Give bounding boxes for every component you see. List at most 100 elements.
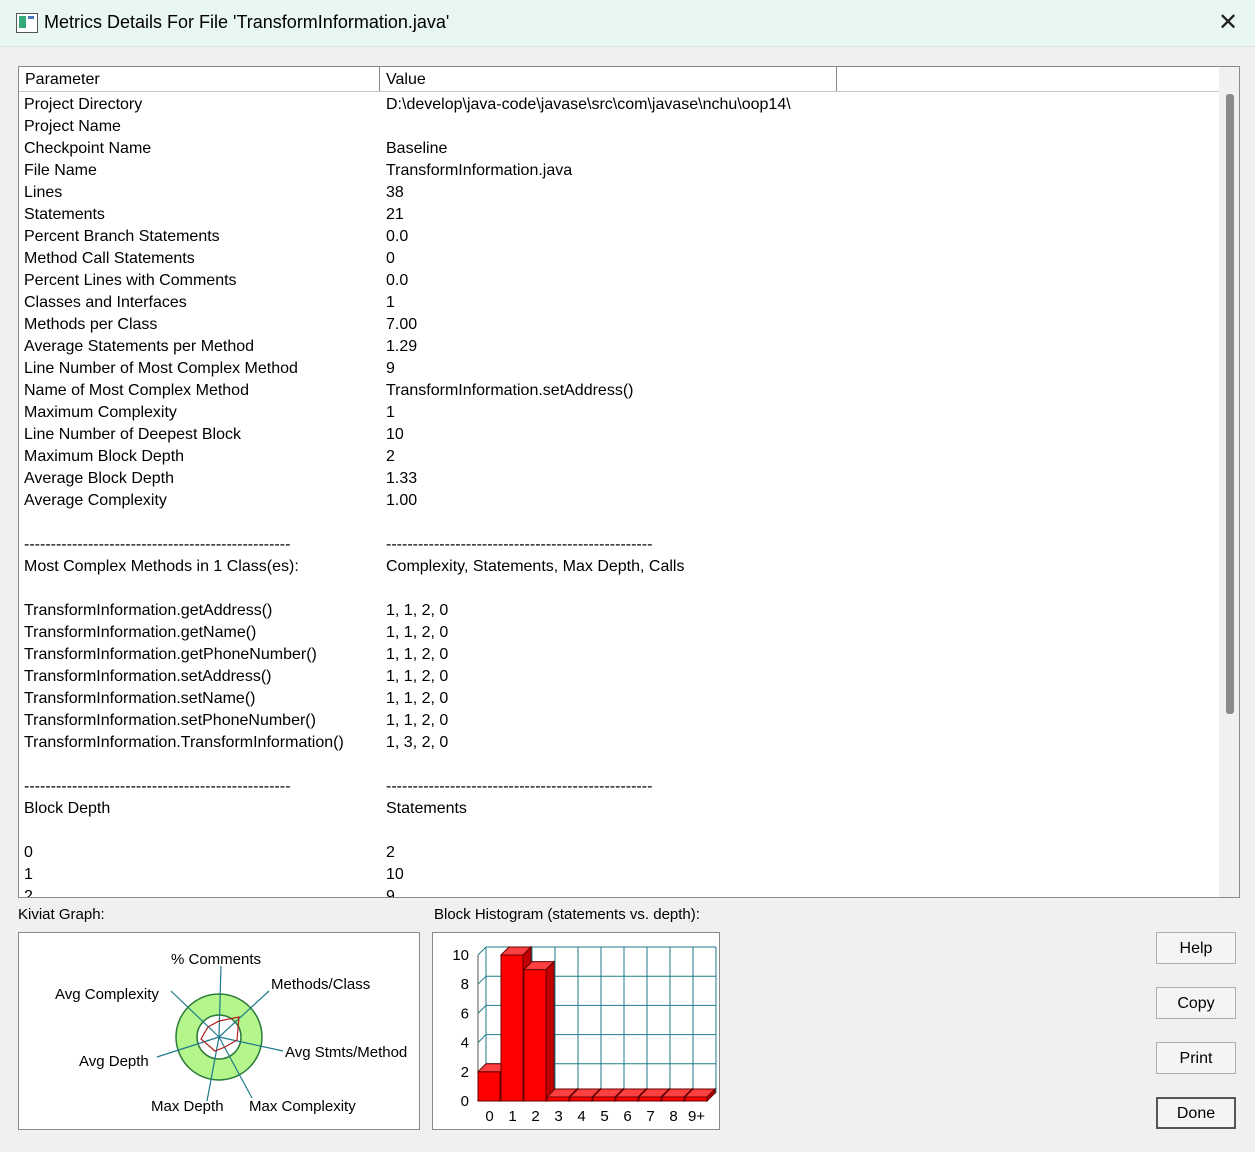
table-row: Classes and Interfaces 1 (24, 292, 1214, 314)
value-cell: 1.29 (386, 338, 418, 355)
table-row: 1 10 (24, 864, 1214, 886)
kiviat-axis-label: Max Depth (151, 1098, 224, 1115)
copy-button[interactable]: Copy (1156, 987, 1236, 1019)
parameter-cell: Average Complexity (24, 492, 167, 509)
help-button[interactable]: Help (1156, 932, 1236, 964)
kiviat-graph: % Comments Methods/Class Avg Stmts/Metho… (18, 932, 420, 1130)
table-row: Average Complexity 1.00 (24, 490, 1214, 512)
value-cell: TransformInformation.java (386, 162, 573, 179)
parameter-cell: Methods per Class (24, 316, 158, 333)
kiviat-axis-label: Avg Stmts/Method (285, 1044, 407, 1061)
value-cell: 1 (386, 294, 395, 311)
table-row: TransformInformation.setPhoneNumber() 1, … (24, 710, 1214, 732)
table-row: Average Statements per Method 1.29 (24, 336, 1214, 358)
parameter-cell: Maximum Complexity (24, 404, 177, 421)
table-row (24, 512, 1214, 534)
kiviat-axis-label: Methods/Class (271, 976, 370, 993)
column-header-value[interactable]: Value (380, 67, 837, 91)
parameter-cell: Name of Most Complex Method (24, 382, 249, 399)
parameter-cell: 2 (24, 888, 33, 898)
table-row: Name of Most Complex Method TransformInfo… (24, 380, 1214, 402)
value-cell: 1, 1, 2, 0 (386, 712, 449, 729)
table-row: Maximum Block Depth 2 (24, 446, 1214, 468)
table-row: Method Call Statements 0 (24, 248, 1214, 270)
table-row: 29 (24, 886, 1214, 898)
table-row: TransformInformation.setName() 1, 1, 2, 0 (24, 688, 1214, 710)
table-row (24, 578, 1214, 600)
done-button[interactable]: Done (1156, 1097, 1236, 1129)
value-cell: 1, 1, 2, 0 (386, 624, 449, 641)
table-row: 02 (24, 842, 1214, 864)
x-tick-label: 6 (623, 1108, 631, 1125)
table-row: TransformInformation.setAddress() 1, 1, 2… (24, 666, 1214, 688)
kiviat-axis-label: % Comments (171, 951, 261, 968)
table-header: Parameter Value (19, 67, 1219, 92)
x-tick-label: 9+ (688, 1108, 705, 1125)
value-cell: 21 (386, 206, 404, 223)
column-header-parameter[interactable]: Parameter (19, 67, 380, 91)
table-row: Project Name (24, 116, 1214, 138)
table-row: Line Number of Deepest Block 10 (24, 424, 1214, 446)
table-row: Statements 21 (24, 204, 1214, 226)
x-tick-label: 1 (508, 1108, 516, 1125)
parameter-cell: Line Number of Most Complex Method (24, 360, 298, 377)
value-cell: 1, 1, 2, 0 (386, 668, 449, 685)
parameter-cell: TransformInformation.setName() (24, 690, 256, 707)
vertical-scrollbar[interactable] (1219, 67, 1239, 897)
table-row: Most Complex Methods in 1 Class(es): Comp… (24, 556, 1214, 578)
table-row: Percent Branch Statements 0.0 (24, 226, 1214, 248)
app-icon (16, 13, 38, 33)
close-button[interactable]: ✕ (1212, 8, 1244, 38)
value-cell: 0 (386, 250, 395, 267)
value-cell: 10 (386, 426, 404, 443)
x-tick-label: 5 (600, 1108, 608, 1125)
parameter-cell: Block Depth (24, 800, 111, 817)
metrics-table[interactable]: Parameter Value Project Directory D:\deve… (18, 66, 1240, 898)
table-body: Project Directory D:\develop\java-code\ja… (24, 94, 1214, 898)
kiviat-svg: % Comments Methods/Class Avg Stmts/Metho… (55, 951, 407, 1115)
parameter-cell: Percent Lines with Comments (24, 272, 237, 289)
parameter-cell: Statements (24, 206, 105, 223)
value-cell: Statements (386, 800, 467, 817)
value-cell: TransformInformation.setAddress() (386, 382, 634, 399)
table-row: Maximum Complexity 1 (24, 402, 1214, 424)
print-button[interactable]: Print (1156, 1042, 1236, 1074)
value-cell: 38 (386, 184, 404, 201)
table-row: TransformInformation.getAddress() 1, 1, 2… (24, 600, 1214, 622)
table-row: Line Number of Most Complex Method 9 (24, 358, 1214, 380)
parameter-cell: Percent Branch Statements (24, 228, 220, 245)
value-cell: 9 (386, 888, 395, 898)
y-tick-label: 2 (461, 1064, 469, 1081)
value-cell: 1.33 (386, 470, 418, 487)
value-cell: 1.00 (386, 492, 418, 509)
parameter-cell: Classes and Interfaces (24, 294, 187, 311)
x-tick-label: 3 (554, 1108, 562, 1125)
table-row (24, 754, 1214, 776)
x-tick-label: 0 (485, 1108, 493, 1125)
x-tick-label: 7 (646, 1108, 654, 1125)
y-tick-label: 10 (452, 947, 469, 964)
value-cell: 1, 1, 2, 0 (386, 646, 449, 663)
parameter-cell: TransformInformation.getPhoneNumber() (24, 646, 317, 663)
scrollbar-thumb[interactable] (1226, 94, 1234, 714)
table-row: File Name TransformInformation.java (24, 160, 1214, 182)
parameter-cell: TransformInformation.TransformInformatio… (24, 734, 344, 751)
table-row: Average Block Depth 1.33 (24, 468, 1214, 490)
parameter-cell: Maximum Block Depth (24, 448, 185, 465)
table-row: TransformInformation.getPhoneNumber() 1, … (24, 644, 1214, 666)
parameter-cell: ----------------------------------------… (24, 778, 291, 795)
column-header-empty (837, 67, 1219, 91)
kiviat-axis-label: Max Complexity (249, 1098, 356, 1115)
y-tick-label: 4 (461, 1035, 469, 1052)
histogram-bar (522, 960, 556, 1103)
kiviat-graph-label: Kiviat Graph: (18, 906, 105, 923)
value-cell: ----------------------------------------… (386, 778, 653, 795)
table-row: Percent Lines with Comments 0.0 (24, 270, 1214, 292)
table-row: Project Directory D:\develop\java-code\ja… (24, 94, 1214, 116)
y-tick-label: 6 (461, 1005, 469, 1022)
value-cell: 2 (386, 844, 395, 861)
value-cell: ----------------------------------------… (386, 536, 653, 553)
table-row: TransformInformation.getName() 1, 1, 2, 0 (24, 622, 1214, 644)
kiviat-axis-label: Avg Depth (79, 1053, 149, 1070)
parameter-cell: TransformInformation.setAddress() (24, 668, 272, 685)
